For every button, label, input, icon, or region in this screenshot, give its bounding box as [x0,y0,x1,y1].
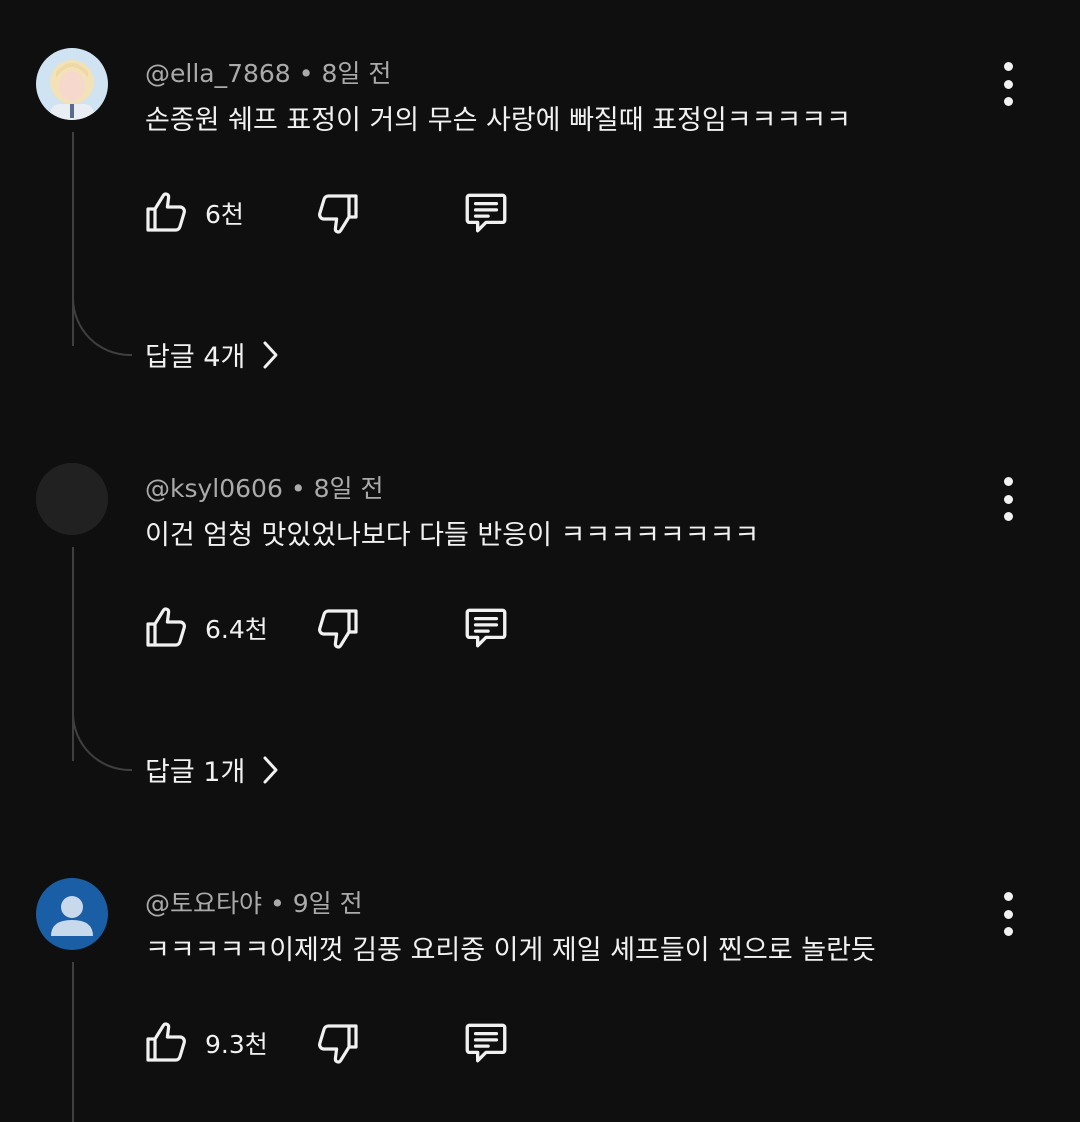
comment-text: 손종원 쉐프 표정이 거의 무슨 사랑에 빠질때 표정임ㅋㅋㅋㅋㅋ [145,105,851,136]
meta-separator: • [290,474,306,503]
thumbs-down-icon [318,609,358,649]
reply-button[interactable] [459,603,513,653]
comment-actions: 9.3천 [143,1018,543,1074]
meta-separator: • [298,59,314,88]
like-button[interactable]: 9.3천 [143,1018,268,1068]
comment-meta: @ksyl0606 • 8일 전 [145,469,383,505]
blank-avatar-icon [36,463,108,535]
thumbs-up-icon [146,192,186,232]
thread-curve [72,298,132,356]
thread-curve [72,713,132,771]
author-handle[interactable]: @ella_7868 [145,59,291,88]
author-handle[interactable]: @토요타야 [145,889,262,918]
user-photo-icon [36,48,108,120]
replies-label: 답글 1개 [145,757,246,788]
thumbs-down-icon [318,194,358,234]
chevron-right-icon [259,339,281,371]
comment-age: 9일 전 [292,889,363,918]
comment-text: 이건 엄청 맛있었나보다 다들 반응이 ㅋㅋㅋㅋㅋㅋㅋㅋ [145,520,760,551]
thumbs-up-icon [146,607,186,647]
more-options-icon[interactable] [988,62,1028,106]
comment-actions: 6.4천 [143,603,543,659]
avatar[interactable] [36,48,108,120]
comment-age: 8일 전 [313,474,384,503]
like-count: 6.4천 [205,615,268,644]
comment-reply-icon [465,193,507,233]
comment-meta: @토요타야 • 9일 전 [145,884,363,920]
thumbs-up-icon [146,1022,186,1062]
dislike-button[interactable] [313,1018,361,1068]
more-options-icon[interactable] [988,477,1028,521]
reply-button[interactable] [459,1018,513,1068]
reply-button[interactable] [459,188,513,238]
dislike-button[interactable] [313,603,361,653]
avatar[interactable] [36,878,108,950]
dislike-button[interactable] [313,188,361,238]
comment-reply-icon [465,1023,507,1063]
chevron-right-icon [259,754,281,786]
comment-text: ㅋㅋㅋㅋㅋ이제껏 김풍 요리중 이게 제일 셰프들이 찐으로 놀란듯 [145,935,876,966]
view-replies-button[interactable]: 답글 1개 [145,750,281,789]
comment-meta: @ella_7868 • 8일 전 [145,54,391,90]
comment-age: 8일 전 [321,59,392,88]
like-button[interactable]: 6천 [143,188,244,238]
comment-reply-icon [465,608,507,648]
meta-separator: • [270,889,285,918]
author-handle[interactable]: @ksyl0606 [145,474,283,503]
like-count: 6천 [205,200,244,229]
view-replies-button[interactable]: 답글 4개 [145,335,281,374]
like-count: 9.3천 [205,1030,268,1059]
default-person-avatar-icon [36,878,108,950]
thumbs-down-icon [318,1024,358,1064]
avatar[interactable] [36,463,108,535]
thread-line [72,962,74,1122]
replies-label: 답글 4개 [145,342,246,373]
like-button[interactable]: 6.4천 [143,603,268,653]
more-options-icon[interactable] [988,892,1028,936]
comment-actions: 6천 [143,188,543,244]
